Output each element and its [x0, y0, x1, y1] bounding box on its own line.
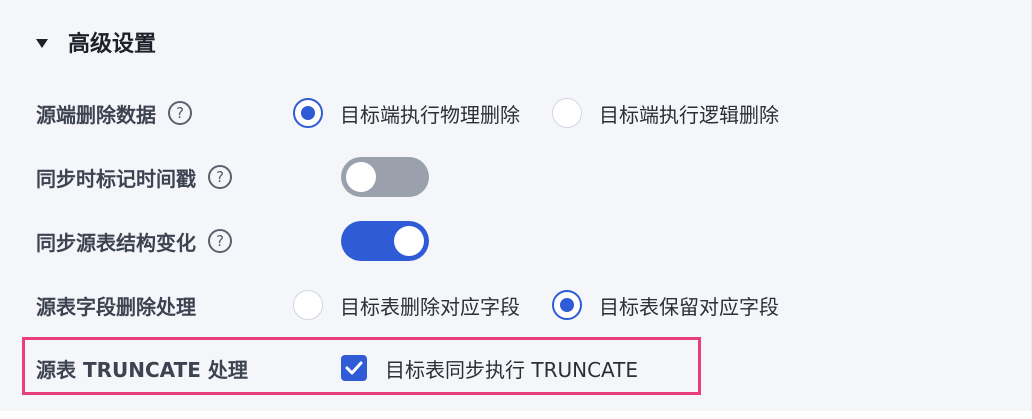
truncate-label: 源表 TRUNCATE 处理	[36, 357, 248, 382]
source-delete-label: 源端删除数据 ?	[36, 99, 192, 128]
radio-label: 目标端执行物理删除	[340, 102, 520, 127]
radio-keep-field[interactable]: 目标表保留对应字段	[552, 290, 779, 320]
radio-checked-icon[interactable]	[293, 98, 323, 128]
sync-schema-toggle-wrap	[341, 221, 429, 261]
source-delete-radio-group: 目标端执行物理删除 目标端执行逻辑删除	[293, 91, 811, 135]
sync-timestamp-toggle[interactable]	[341, 157, 429, 197]
row-truncate: 源表 TRUNCATE 处理	[36, 346, 248, 390]
radio-delete-field[interactable]: 目标表删除对应字段	[293, 290, 520, 320]
field-delete-label: 源表字段删除处理	[36, 294, 196, 319]
checkbox-checked-icon[interactable]	[341, 355, 367, 381]
radio-label: 目标端执行逻辑删除	[599, 102, 779, 127]
sync-timestamp-toggle-wrap	[341, 157, 429, 197]
row-source-delete: 源端删除数据 ?	[36, 91, 192, 135]
radio-unchecked-icon[interactable]	[293, 290, 323, 320]
radio-label: 目标表保留对应字段	[599, 294, 779, 319]
radio-physical-delete[interactable]: 目标端执行物理删除	[293, 98, 520, 128]
truncate-checkbox-wrap[interactable]: 目标表同步执行 TRUNCATE	[341, 346, 638, 390]
row-sync-schema: 同步源表结构变化 ?	[36, 219, 232, 263]
advanced-settings-panel: 高级设置 源端删除数据 ? 目标端执行物理删除 目标端执行逻辑删除 同步时标记时…	[0, 0, 1032, 411]
sync-schema-label: 同步源表结构变化 ?	[36, 227, 232, 256]
source-delete-label-text: 源端删除数据	[36, 102, 156, 127]
section-title: 高级设置	[68, 32, 157, 57]
radio-label: 目标表删除对应字段	[340, 294, 520, 319]
radio-checked-icon[interactable]	[552, 290, 582, 320]
sync-schema-toggle[interactable]	[341, 221, 429, 261]
caret-down-icon[interactable]	[36, 38, 48, 48]
sync-timestamp-label-text: 同步时标记时间戳	[36, 166, 196, 191]
sync-timestamp-label: 同步时标记时间戳 ?	[36, 163, 232, 192]
truncate-checkbox-label: 目标表同步执行 TRUNCATE	[385, 357, 639, 382]
row-field-delete: 源表字段删除处理	[36, 283, 196, 327]
radio-unchecked-icon[interactable]	[552, 98, 582, 128]
help-icon[interactable]: ?	[208, 229, 232, 253]
toggle-knob	[394, 226, 424, 256]
help-icon[interactable]: ?	[208, 165, 232, 189]
help-icon[interactable]: ?	[168, 101, 192, 125]
sync-schema-label-text: 同步源表结构变化	[36, 230, 196, 255]
field-delete-radio-group: 目标表删除对应字段 目标表保留对应字段	[293, 283, 811, 327]
advanced-settings-header[interactable]: 高级设置	[36, 24, 156, 60]
row-sync-timestamp: 同步时标记时间戳 ?	[36, 155, 232, 199]
toggle-knob	[346, 162, 376, 192]
radio-logical-delete[interactable]: 目标端执行逻辑删除	[552, 98, 779, 128]
check-icon	[345, 361, 363, 375]
